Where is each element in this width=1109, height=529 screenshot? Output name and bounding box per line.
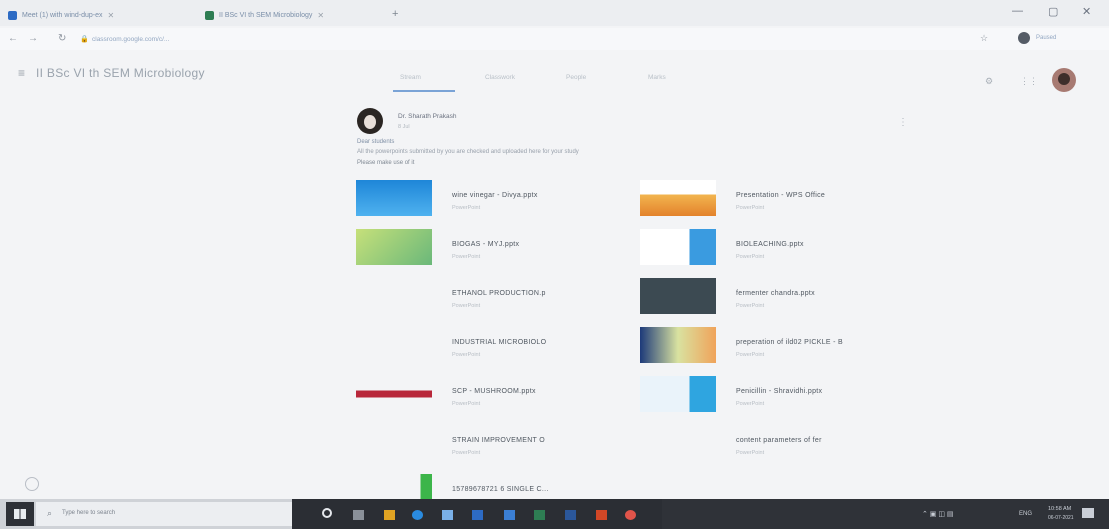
app-icon[interactable] — [504, 510, 515, 520]
word-icon[interactable] — [565, 510, 576, 520]
attachment-title[interactable]: 15789678721 6 SINGLE C... — [452, 486, 549, 493]
attachment-title[interactable]: preperation of ild02 PICKLE - B — [736, 339, 843, 346]
help-icon[interactable] — [25, 477, 39, 491]
mail-icon[interactable] — [472, 510, 483, 520]
attachment-type: PowerPoint — [452, 205, 481, 211]
profile-status[interactable]: Paused — [1036, 35, 1056, 41]
attachment-title[interactable]: BIOLEACHING.pptx — [736, 241, 804, 248]
active-tab-indicator — [393, 90, 455, 92]
browser-tab-meet[interactable]: Meet (1) with wind-dup-ex ✕ — [8, 6, 114, 24]
attachment-type: PowerPoint — [736, 352, 765, 358]
profile-avatar[interactable] — [1018, 32, 1030, 44]
notification-icon[interactable] — [1082, 508, 1094, 518]
attachment-title[interactable]: SCP - MUSHROOM.pptx — [452, 388, 536, 395]
more-options-icon[interactable]: ⋮ — [898, 117, 908, 128]
tab-favicon-icon — [205, 10, 214, 20]
attachment-thumbnail[interactable] — [356, 229, 432, 265]
attachment-title[interactable]: ETHANOL PRODUCTION.p — [452, 290, 546, 297]
close-icon[interactable]: ✕ — [108, 11, 115, 20]
taskbar-search-placeholder: Type here to search — [62, 510, 116, 516]
windows-start-icon[interactable] — [6, 502, 34, 526]
attachment-type: PowerPoint — [452, 303, 481, 309]
tray-icons[interactable]: ⌃ ▣ ◫ ▤ — [922, 510, 954, 518]
attachment-title[interactable]: STRAIN IMPROVEMENT O — [452, 437, 545, 444]
cortana-icon[interactable] — [322, 508, 332, 518]
apps-grid-icon[interactable]: ⋮⋮ — [1020, 76, 1038, 87]
post-body-2: Please make use of it — [357, 160, 415, 166]
file-explorer-icon[interactable] — [384, 510, 395, 520]
url-field[interactable]: classroom.google.com/c/... — [92, 36, 169, 43]
attachment-thumbnail[interactable] — [640, 180, 716, 216]
attachment-type: PowerPoint — [736, 205, 765, 211]
chrome-icon[interactable] — [625, 510, 636, 520]
back-icon[interactable]: ← — [8, 33, 18, 44]
tab-people[interactable]: People — [566, 74, 586, 81]
minimize-button[interactable]: — — [1012, 5, 1023, 17]
attachment-thumbnail[interactable] — [356, 278, 432, 314]
tab-classwork[interactable]: Classwork — [485, 74, 515, 81]
page-title[interactable]: II BSc VI th SEM Microbiology — [36, 66, 205, 80]
post-body: All the powerpoints submitted by you are… — [357, 149, 579, 155]
settings-icon[interactable]: ⚙ — [985, 76, 993, 87]
attachment-type: PowerPoint — [736, 450, 765, 456]
author-avatar — [357, 108, 383, 134]
post-author: Dr. Sharath Prakash — [398, 113, 457, 120]
new-tab-button[interactable]: + — [392, 8, 398, 20]
attachment-title[interactable]: wine vinegar - Divya.pptx — [452, 192, 538, 199]
attachment-title[interactable]: BIOGAS - MYJ.pptx — [452, 241, 519, 248]
browser-tab-strip — [0, 0, 1109, 26]
attachment-thumbnail[interactable] — [356, 180, 432, 216]
attachment-thumbnail[interactable] — [356, 425, 432, 461]
tab-stream[interactable]: Stream — [400, 74, 421, 81]
language-indicator[interactable]: ENG — [1019, 511, 1032, 517]
clock-date[interactable]: 06-07-2021 — [1048, 515, 1074, 521]
menu-icon[interactable]: ≡ — [18, 66, 25, 80]
forward-icon[interactable]: → — [28, 33, 38, 44]
edge-icon[interactable] — [412, 510, 423, 520]
attachment-type: PowerPoint — [452, 450, 481, 456]
clock-time[interactable]: 10:58 AM — [1048, 506, 1071, 512]
excel-icon[interactable] — [534, 510, 545, 520]
maximize-button[interactable]: ▢ — [1048, 5, 1058, 18]
close-icon[interactable]: ✕ — [317, 11, 324, 20]
tab-favicon-icon — [8, 10, 17, 20]
attachment-thumbnail[interactable] — [640, 278, 716, 314]
attachment-thumbnail[interactable] — [640, 376, 716, 412]
powerpoint-icon[interactable] — [596, 510, 607, 520]
attachment-thumbnail[interactable] — [640, 425, 716, 461]
attachment-title[interactable]: Penicillin - Shravidhi.pptx — [736, 388, 822, 395]
attachment-title[interactable]: Presentation - WPS Office — [736, 192, 825, 199]
attachment-type: PowerPoint — [452, 401, 481, 407]
star-icon[interactable]: ☆ — [980, 33, 988, 44]
reload-icon[interactable]: ↻ — [58, 33, 66, 44]
attachment-thumbnail[interactable] — [356, 327, 432, 363]
attachment-type: PowerPoint — [452, 352, 481, 358]
attachment-title[interactable]: fermenter chandra.pptx — [736, 290, 815, 297]
attachment-thumbnail[interactable] — [356, 376, 432, 412]
attachment-type: PowerPoint — [736, 254, 765, 260]
attachment-title[interactable]: content parameters of fer — [736, 437, 822, 444]
post-date: 8 Jul — [398, 124, 410, 130]
attachment-thumbnail[interactable] — [640, 229, 716, 265]
task-view-icon[interactable] — [353, 510, 364, 520]
attachment-type: PowerPoint — [736, 401, 765, 407]
search-icon: ⌕ — [47, 508, 53, 518]
attachment-type: PowerPoint — [736, 303, 765, 309]
attachment-type: PowerPoint — [452, 254, 481, 260]
tab-marks[interactable]: Marks — [648, 74, 666, 81]
lock-icon: 🔒 — [80, 36, 89, 43]
store-icon[interactable] — [442, 510, 453, 520]
attachment-title[interactable]: INDUSTRIAL MICROBIOLO — [452, 339, 546, 346]
avatar[interactable] — [1052, 68, 1076, 92]
post-greeting: Dear students — [357, 139, 395, 145]
tab-label: II BSc VI th SEM Microbiology — [219, 11, 313, 19]
tab-label: Meet (1) with wind-dup-ex — [22, 11, 103, 19]
system-tray — [662, 499, 1109, 529]
close-window-button[interactable]: ✕ — [1082, 5, 1091, 18]
browser-tab-classroom[interactable]: II BSc VI th SEM Microbiology ✕ — [205, 6, 324, 24]
attachment-thumbnail[interactable] — [640, 327, 716, 363]
